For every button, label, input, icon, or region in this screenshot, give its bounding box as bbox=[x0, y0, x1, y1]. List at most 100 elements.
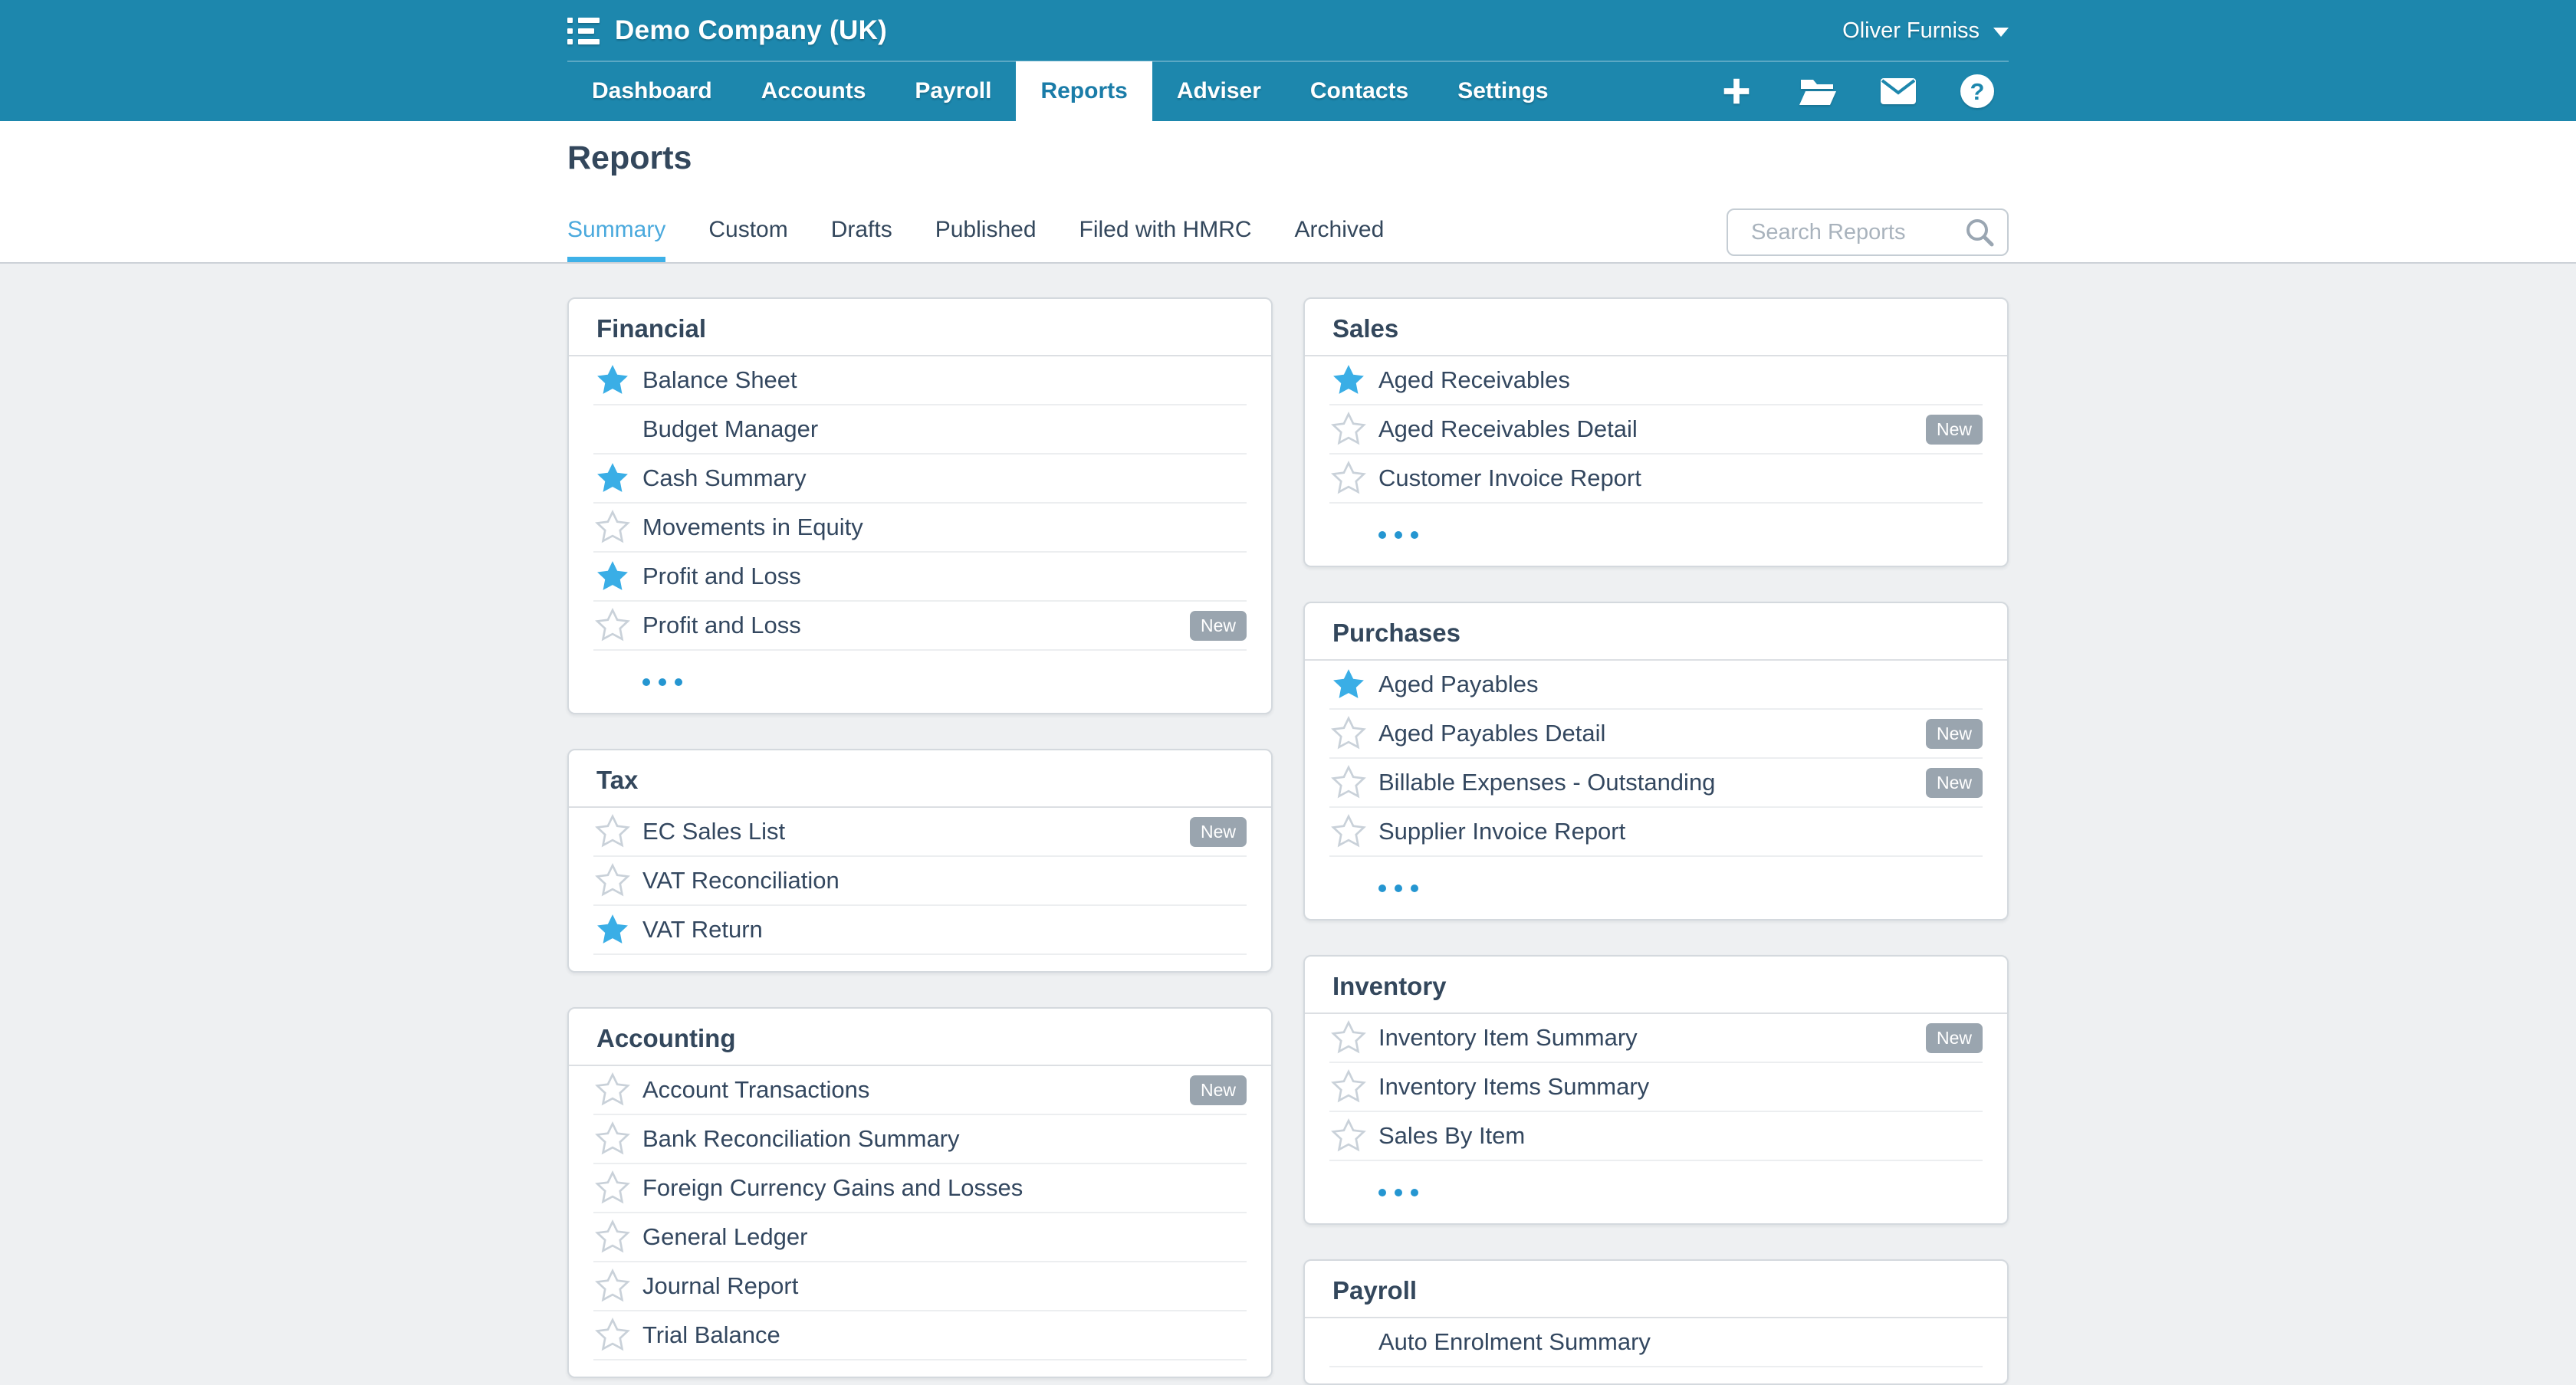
report-link[interactable]: EC Sales List bbox=[642, 818, 785, 845]
tab-custom[interactable]: Custom bbox=[708, 217, 787, 262]
favorite-star-outline-icon[interactable] bbox=[1331, 412, 1368, 447]
favorite-star-outline-icon[interactable] bbox=[1331, 765, 1368, 800]
favorite-star-outline-icon[interactable] bbox=[1331, 1118, 1368, 1154]
report-link[interactable]: Aged Payables Detail bbox=[1378, 720, 1605, 747]
favorite-star-outline-icon[interactable] bbox=[595, 1219, 632, 1255]
report-link[interactable]: Journal Report bbox=[642, 1272, 798, 1300]
report-link[interactable]: Balance Sheet bbox=[642, 366, 797, 394]
report-item-general-ledger[interactable]: General Ledger bbox=[593, 1213, 1247, 1262]
report-link[interactable]: VAT Reconciliation bbox=[642, 867, 840, 894]
favorite-star-outline-icon[interactable] bbox=[595, 1072, 632, 1108]
report-link[interactable]: Customer Invoice Report bbox=[1378, 464, 1641, 492]
favorite-star-filled-icon[interactable] bbox=[595, 559, 632, 594]
nav-item-accounts[interactable]: Accounts bbox=[737, 61, 891, 121]
report-item-account-transactions[interactable]: Account Transactions New bbox=[593, 1066, 1247, 1115]
nav-item-reports[interactable]: Reports bbox=[1016, 61, 1152, 121]
nav-item-settings[interactable]: Settings bbox=[1433, 61, 1572, 121]
favorite-star-outline-icon[interactable] bbox=[595, 1121, 632, 1157]
report-link[interactable]: Aged Receivables Detail bbox=[1378, 415, 1638, 443]
folder-icon[interactable] bbox=[1797, 74, 1837, 108]
report-link[interactable]: Inventory Item Summary bbox=[1378, 1024, 1638, 1052]
show-more-button[interactable] bbox=[1305, 857, 2007, 919]
favorite-star-outline-icon[interactable] bbox=[1331, 814, 1368, 849]
report-link[interactable]: Bank Reconciliation Summary bbox=[642, 1125, 960, 1153]
tab-published[interactable]: Published bbox=[935, 217, 1037, 262]
favorite-star-filled-icon[interactable] bbox=[595, 363, 632, 398]
report-item-aged-payables[interactable]: Aged Payables bbox=[1329, 661, 1983, 710]
favorite-star-outline-icon[interactable] bbox=[1331, 1020, 1368, 1055]
report-item-movements-in-equity[interactable]: Movements in Equity bbox=[593, 504, 1247, 553]
tab-filed-with-hmrc[interactable]: Filed with HMRC bbox=[1079, 217, 1252, 262]
report-link[interactable]: Auto Enrolment Summary bbox=[1378, 1328, 1651, 1356]
report-item-foreign-currency-gains-and-losses[interactable]: Foreign Currency Gains and Losses bbox=[593, 1164, 1247, 1213]
report-item-supplier-invoice-report[interactable]: Supplier Invoice Report bbox=[1329, 808, 1983, 857]
plus-icon[interactable] bbox=[1719, 74, 1754, 109]
tab-archived[interactable]: Archived bbox=[1295, 217, 1385, 262]
favorite-star-outline-icon[interactable] bbox=[595, 1170, 632, 1206]
report-item-inventory-item-summary[interactable]: Inventory Item Summary New bbox=[1329, 1014, 1983, 1063]
report-link[interactable]: Profit and Loss bbox=[642, 563, 801, 590]
report-item-sales-by-item[interactable]: Sales By Item bbox=[1329, 1112, 1983, 1161]
report-link[interactable]: Account Transactions bbox=[642, 1076, 869, 1104]
report-link[interactable]: Cash Summary bbox=[642, 464, 807, 492]
report-link[interactable]: VAT Return bbox=[642, 916, 763, 944]
help-icon[interactable]: ? bbox=[1960, 74, 1995, 109]
report-item-balance-sheet[interactable]: Balance Sheet bbox=[593, 356, 1247, 405]
report-item-vat-reconciliation[interactable]: VAT Reconciliation bbox=[593, 857, 1247, 906]
nav-item-payroll[interactable]: Payroll bbox=[890, 61, 1016, 121]
report-link[interactable]: Inventory Items Summary bbox=[1378, 1073, 1649, 1101]
report-item-profit-and-loss[interactable]: Profit and Loss New bbox=[593, 602, 1247, 651]
report-item-auto-enrolment-summary[interactable]: Auto Enrolment Summary bbox=[1329, 1318, 1983, 1367]
org-menu-list-icon[interactable] bbox=[567, 18, 600, 44]
favorite-star-filled-icon[interactable] bbox=[1331, 667, 1368, 702]
nav-item-dashboard[interactable]: Dashboard bbox=[567, 61, 737, 121]
favorite-star-filled-icon[interactable] bbox=[595, 912, 632, 947]
report-link[interactable]: Foreign Currency Gains and Losses bbox=[642, 1174, 1023, 1202]
user-menu[interactable]: Oliver Furniss bbox=[1842, 18, 2009, 44]
favorite-star-outline-icon[interactable] bbox=[1331, 1069, 1368, 1104]
report-link[interactable]: Sales By Item bbox=[1378, 1122, 1525, 1150]
report-item-aged-receivables[interactable]: Aged Receivables bbox=[1329, 356, 1983, 405]
report-item-vat-return[interactable]: VAT Return bbox=[593, 906, 1247, 955]
report-link[interactable]: Aged Payables bbox=[1378, 671, 1539, 698]
favorite-star-outline-icon[interactable] bbox=[595, 814, 632, 849]
nav-item-contacts[interactable]: Contacts bbox=[1286, 61, 1433, 121]
tab-drafts[interactable]: Drafts bbox=[831, 217, 892, 262]
report-link[interactable]: Billable Expenses - Outstanding bbox=[1378, 769, 1715, 796]
show-more-button[interactable] bbox=[569, 651, 1271, 713]
favorite-star-outline-icon[interactable] bbox=[1331, 716, 1368, 751]
report-item-bank-reconciliation-summary[interactable]: Bank Reconciliation Summary bbox=[593, 1115, 1247, 1164]
report-link[interactable]: Aged Receivables bbox=[1378, 366, 1570, 394]
report-item-ec-sales-list[interactable]: EC Sales List New bbox=[593, 808, 1247, 857]
report-item-aged-receivables-detail[interactable]: Aged Receivables Detail New bbox=[1329, 405, 1983, 455]
tab-summary[interactable]: Summary bbox=[567, 217, 665, 262]
report-link[interactable]: Profit and Loss bbox=[642, 612, 801, 639]
report-item-inventory-items-summary[interactable]: Inventory Items Summary bbox=[1329, 1063, 1983, 1112]
show-more-button[interactable] bbox=[1305, 504, 2007, 566]
show-more-button[interactable] bbox=[1305, 1161, 2007, 1223]
favorite-star-outline-icon[interactable] bbox=[595, 1268, 632, 1304]
report-link[interactable]: Supplier Invoice Report bbox=[1378, 818, 1625, 845]
report-link[interactable]: Movements in Equity bbox=[642, 514, 863, 541]
report-item-customer-invoice-report[interactable]: Customer Invoice Report bbox=[1329, 455, 1983, 504]
favorite-star-filled-icon[interactable] bbox=[595, 461, 632, 496]
favorite-star-outline-icon[interactable] bbox=[595, 863, 632, 898]
report-item-aged-payables-detail[interactable]: Aged Payables Detail New bbox=[1329, 710, 1983, 759]
favorite-star-outline-icon[interactable] bbox=[1331, 461, 1368, 496]
favorite-star-outline-icon[interactable] bbox=[595, 1318, 632, 1353]
favorite-star-outline-icon[interactable] bbox=[595, 608, 632, 643]
favorite-star-outline-icon[interactable] bbox=[595, 510, 632, 545]
report-item-profit-and-loss[interactable]: Profit and Loss bbox=[593, 553, 1247, 602]
company-name[interactable]: Demo Company (UK) bbox=[615, 15, 887, 46]
report-item-budget-manager[interactable]: Budget Manager bbox=[593, 405, 1247, 455]
report-item-journal-report[interactable]: Journal Report bbox=[593, 1262, 1247, 1311]
nav-item-adviser[interactable]: Adviser bbox=[1152, 61, 1286, 121]
report-item-trial-balance[interactable]: Trial Balance bbox=[593, 1311, 1247, 1360]
report-link[interactable]: Trial Balance bbox=[642, 1321, 780, 1349]
search-input[interactable] bbox=[1727, 208, 2009, 256]
report-link[interactable]: Budget Manager bbox=[642, 415, 818, 443]
favorite-star-filled-icon[interactable] bbox=[1331, 363, 1368, 398]
report-item-billable-expenses-outstanding[interactable]: Billable Expenses - Outstanding New bbox=[1329, 759, 1983, 808]
report-item-cash-summary[interactable]: Cash Summary bbox=[593, 455, 1247, 504]
report-link[interactable]: General Ledger bbox=[642, 1223, 807, 1251]
